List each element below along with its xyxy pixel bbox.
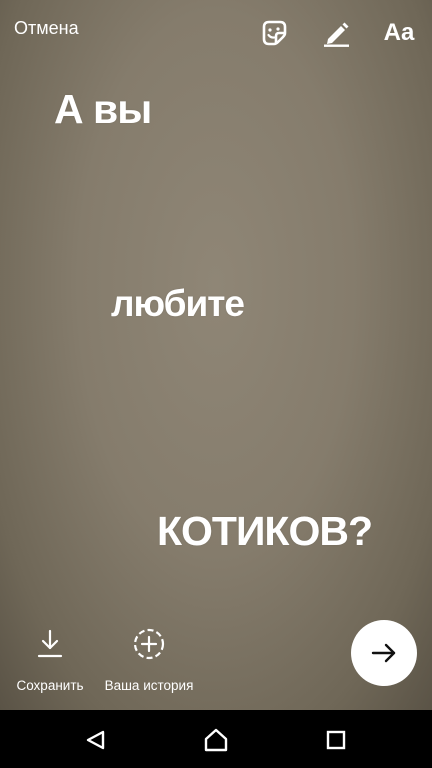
back-icon [86,730,105,750]
cancel-button[interactable]: Отмена [14,18,79,39]
story-text-line-3[interactable]: КОТИКОВ? [157,508,373,555]
nav-recent-apps-button[interactable] [321,725,351,755]
nav-back-button[interactable] [81,725,111,755]
system-nav-bar [0,710,432,768]
recent-apps-icon [326,730,346,750]
story-editor-screen: Отмена Aa А вы любите КОТИКОВ? Сохранить… [0,0,432,768]
nav-home-button[interactable] [201,725,231,755]
draw-button[interactable] [319,16,353,50]
your-story-button[interactable]: Ваша история [100,626,198,693]
story-canvas: Отмена Aa А вы любите КОТИКОВ? Сохранить… [0,0,432,710]
pen-icon [324,22,349,47]
send-button[interactable] [351,620,417,686]
your-story-label: Ваша история [104,678,194,693]
download-icon-wrap [32,626,68,662]
arrow-right-icon [371,643,396,663]
text-tool-icon: Aa [383,19,415,46]
add-story-icon-wrap [131,626,167,662]
story-text-line-1[interactable]: А вы [54,86,152,133]
sticker-icon [262,20,287,46]
save-button[interactable]: Сохранить [12,626,88,693]
top-toolbar: Отмена Aa [0,0,432,64]
add-story-icon [133,628,165,660]
sticker-button[interactable] [257,16,291,50]
text-tool-button[interactable]: Aa [379,16,419,50]
home-icon [204,728,228,752]
save-label: Сохранить [16,678,84,693]
download-icon [37,629,63,658]
story-text-line-2[interactable]: любите [111,283,245,325]
